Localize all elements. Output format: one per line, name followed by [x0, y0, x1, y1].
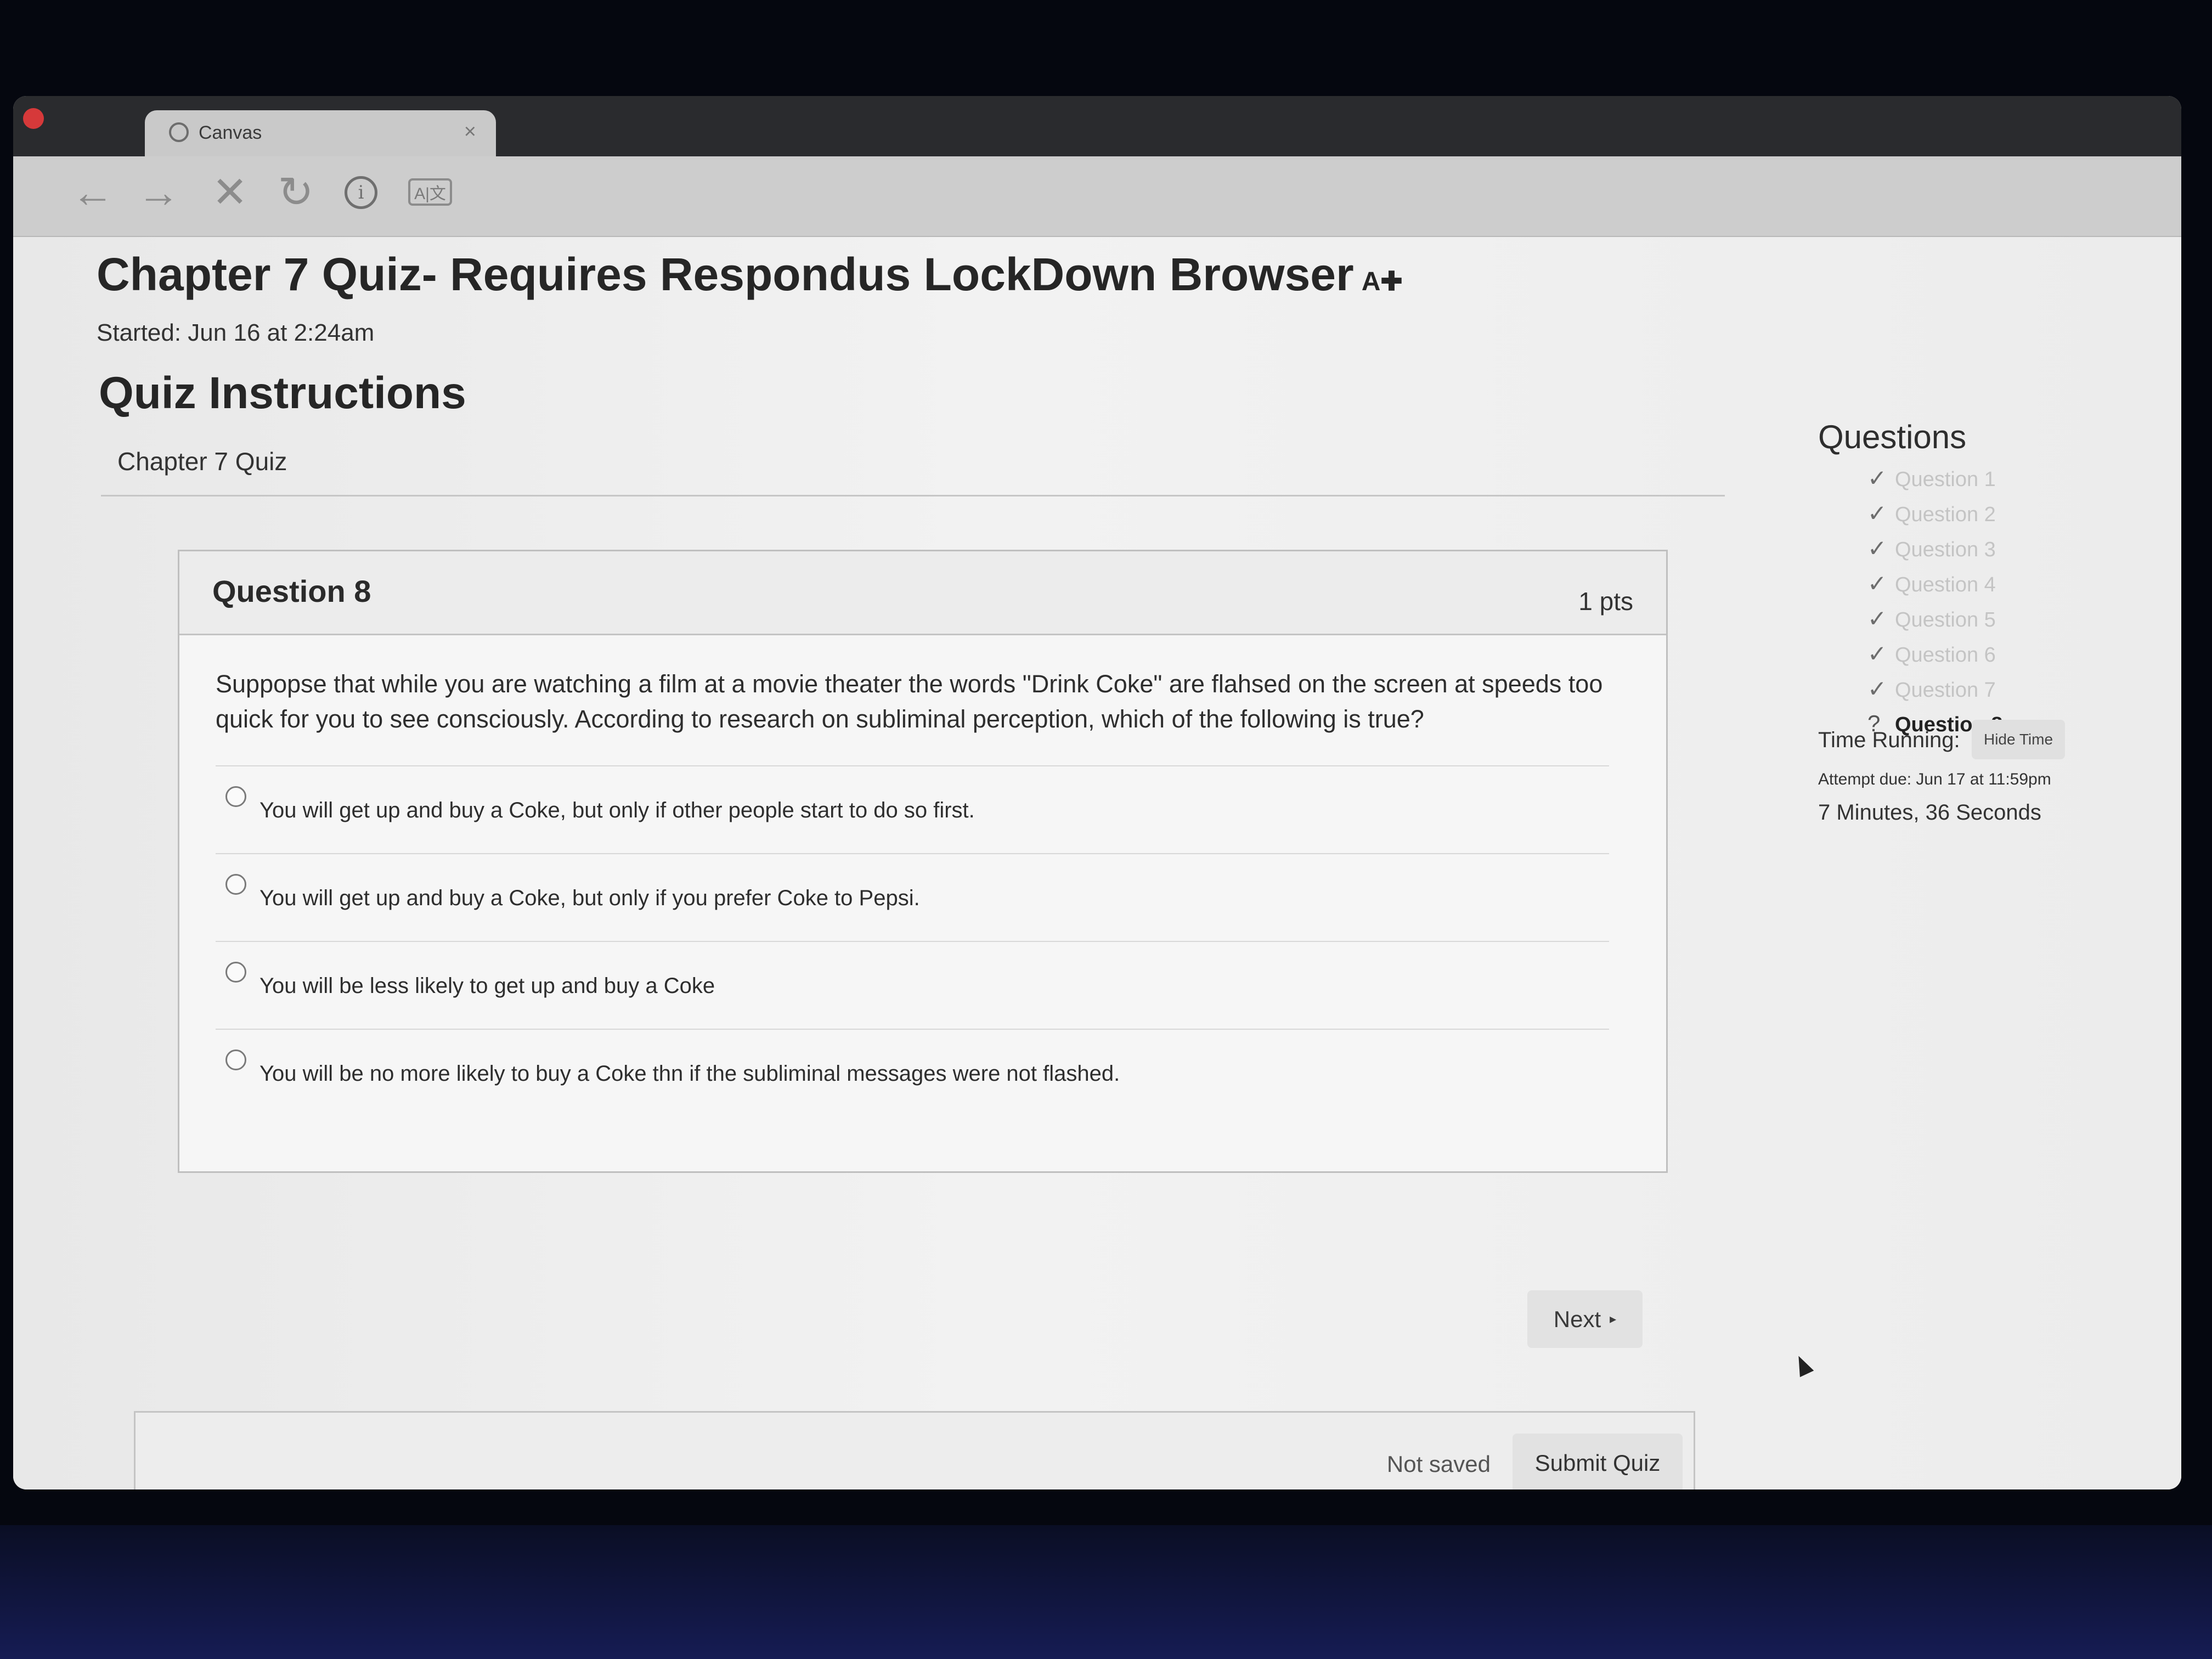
tab-canvas[interactable]: Canvas × [145, 110, 496, 160]
answer-option[interactable]: You will get up and buy a Coke, but only… [216, 765, 1609, 854]
question-list: ✓ Question 1 ✓ Question 2 ✓ Question 3 ✓ Que… [1867, 465, 2002, 746]
sidebar-item-question-3[interactable]: ✓ Question 3 [1867, 535, 2002, 570]
divider [101, 495, 1725, 496]
question-heading: Question 8 [212, 574, 371, 608]
forward-arrow-icon[interactable]: → [134, 167, 183, 217]
loading-icon [169, 122, 189, 142]
next-arrow-icon: ▸ [1610, 1312, 1617, 1327]
reload-icon[interactable]: ↻ [271, 167, 320, 217]
sidebar-item-label[interactable]: Question 1 [1895, 468, 1996, 491]
answer-label[interactable]: You will be no more likely to buy a Coke… [259, 1062, 1120, 1086]
started-time: Started: Jun 16 at 2:24am [97, 319, 375, 346]
check-icon: ✓ [1867, 535, 1887, 561]
check-icon: ✓ [1867, 606, 1887, 631]
sidebar-item-question-7[interactable]: ✓ Question 7 [1867, 675, 2002, 710]
background [0, 1525, 2212, 1659]
time-value: 7 Minutes, 36 Seconds [1818, 800, 2041, 825]
attempt-due: Attempt due: Jun 17 at 11:59pm [1818, 770, 2051, 788]
title-bar: Canvas × [13, 96, 2181, 160]
time-running-label: Time Running: [1818, 728, 1960, 752]
stop-icon[interactable]: ✕ [205, 167, 255, 217]
close-window-icon[interactable] [23, 108, 44, 129]
page-content: Chapter 7 Quiz- Requires Respondus LockD… [13, 237, 2181, 1489]
check-icon: ✓ [1867, 571, 1887, 596]
check-icon: ✓ [1867, 465, 1887, 491]
question-header: Question 8 1 pts [179, 551, 1666, 635]
question-card: Question 8 1 pts Suppopse that while you… [178, 550, 1668, 1173]
tab-title: Canvas [199, 122, 262, 143]
back-arrow-icon[interactable]: ← [68, 167, 117, 217]
sidebar-item-label[interactable]: Question 2 [1895, 503, 1996, 526]
browser-window: Canvas × ← → ✕ ↻ i A|文 Chapter 7 Quiz- R… [13, 96, 2181, 1489]
sidebar-item-label[interactable]: Question 7 [1895, 679, 1996, 702]
check-icon: ✓ [1867, 676, 1887, 702]
quiz-title: Chapter 7 Quiz- Requires Respondus LockD… [97, 249, 1354, 300]
page-title: Chapter 7 Quiz- Requires Respondus LockD… [97, 248, 1403, 301]
info-icon[interactable]: i [345, 176, 377, 209]
sidebar-item-label[interactable]: Question 3 [1895, 538, 1996, 561]
sidebar-item-label[interactable]: Question 6 [1895, 644, 1996, 667]
answer-option[interactable]: You will get up and buy a Coke, but only… [216, 853, 1609, 942]
browser-toolbar: ← → ✕ ↻ i A|文 [13, 156, 2181, 237]
submit-quiz-button[interactable]: Submit Quiz [1513, 1434, 1683, 1489]
radio-button[interactable] [225, 962, 246, 983]
immersive-reader-icon[interactable]: A✚ [1362, 267, 1403, 296]
submit-bar: Not saved Submit Quiz [134, 1411, 1695, 1489]
check-icon: ✓ [1867, 641, 1887, 667]
sidebar-item-question-6[interactable]: ✓ Question 6 [1867, 640, 2002, 675]
sidebar-item-question-4[interactable]: ✓ Question 4 [1867, 570, 2002, 605]
save-status: Not saved [1386, 1451, 1491, 1477]
answer-label[interactable]: You will be less likely to get up and bu… [259, 974, 715, 998]
answer-option[interactable]: You will be less likely to get up and bu… [216, 941, 1609, 1030]
sidebar-item-label[interactable]: Question 4 [1895, 573, 1996, 596]
instructions-body: Chapter 7 Quiz [117, 447, 287, 476]
answer-label[interactable]: You will get up and buy a Coke, but only… [259, 798, 975, 823]
answer-label[interactable]: You will get up and buy a Coke, but only… [259, 886, 920, 911]
answer-option[interactable]: You will be no more likely to buy a Coke… [216, 1029, 1609, 1118]
radio-button[interactable] [225, 786, 246, 807]
tab-close-icon[interactable]: × [464, 120, 476, 144]
translate-icon[interactable]: A|文 [408, 178, 452, 206]
sidebar-item-question-5[interactable]: ✓ Question 5 [1867, 605, 2002, 640]
sidebar-item-label[interactable]: Question 5 [1895, 608, 1996, 631]
check-icon: ✓ [1867, 500, 1887, 526]
sidebar-item-question-2[interactable]: ✓ Question 2 [1867, 500, 2002, 535]
question-points: 1 pts [1578, 587, 1633, 616]
sidebar-item-question-1[interactable]: ✓ Question 1 [1867, 465, 2002, 500]
next-button[interactable]: Next ▸ [1527, 1290, 1643, 1348]
question-text: Suppopse that while you are watching a f… [216, 670, 1603, 733]
instructions-heading: Quiz Instructions [99, 368, 466, 418]
radio-button[interactable] [225, 874, 246, 895]
mouse-cursor-icon [1791, 1352, 1814, 1378]
sidebar-heading: Questions [1818, 419, 1967, 455]
radio-button[interactable] [225, 1049, 246, 1070]
next-label: Next [1553, 1306, 1601, 1332]
hide-time-button[interactable]: Hide Time [1972, 720, 2065, 759]
